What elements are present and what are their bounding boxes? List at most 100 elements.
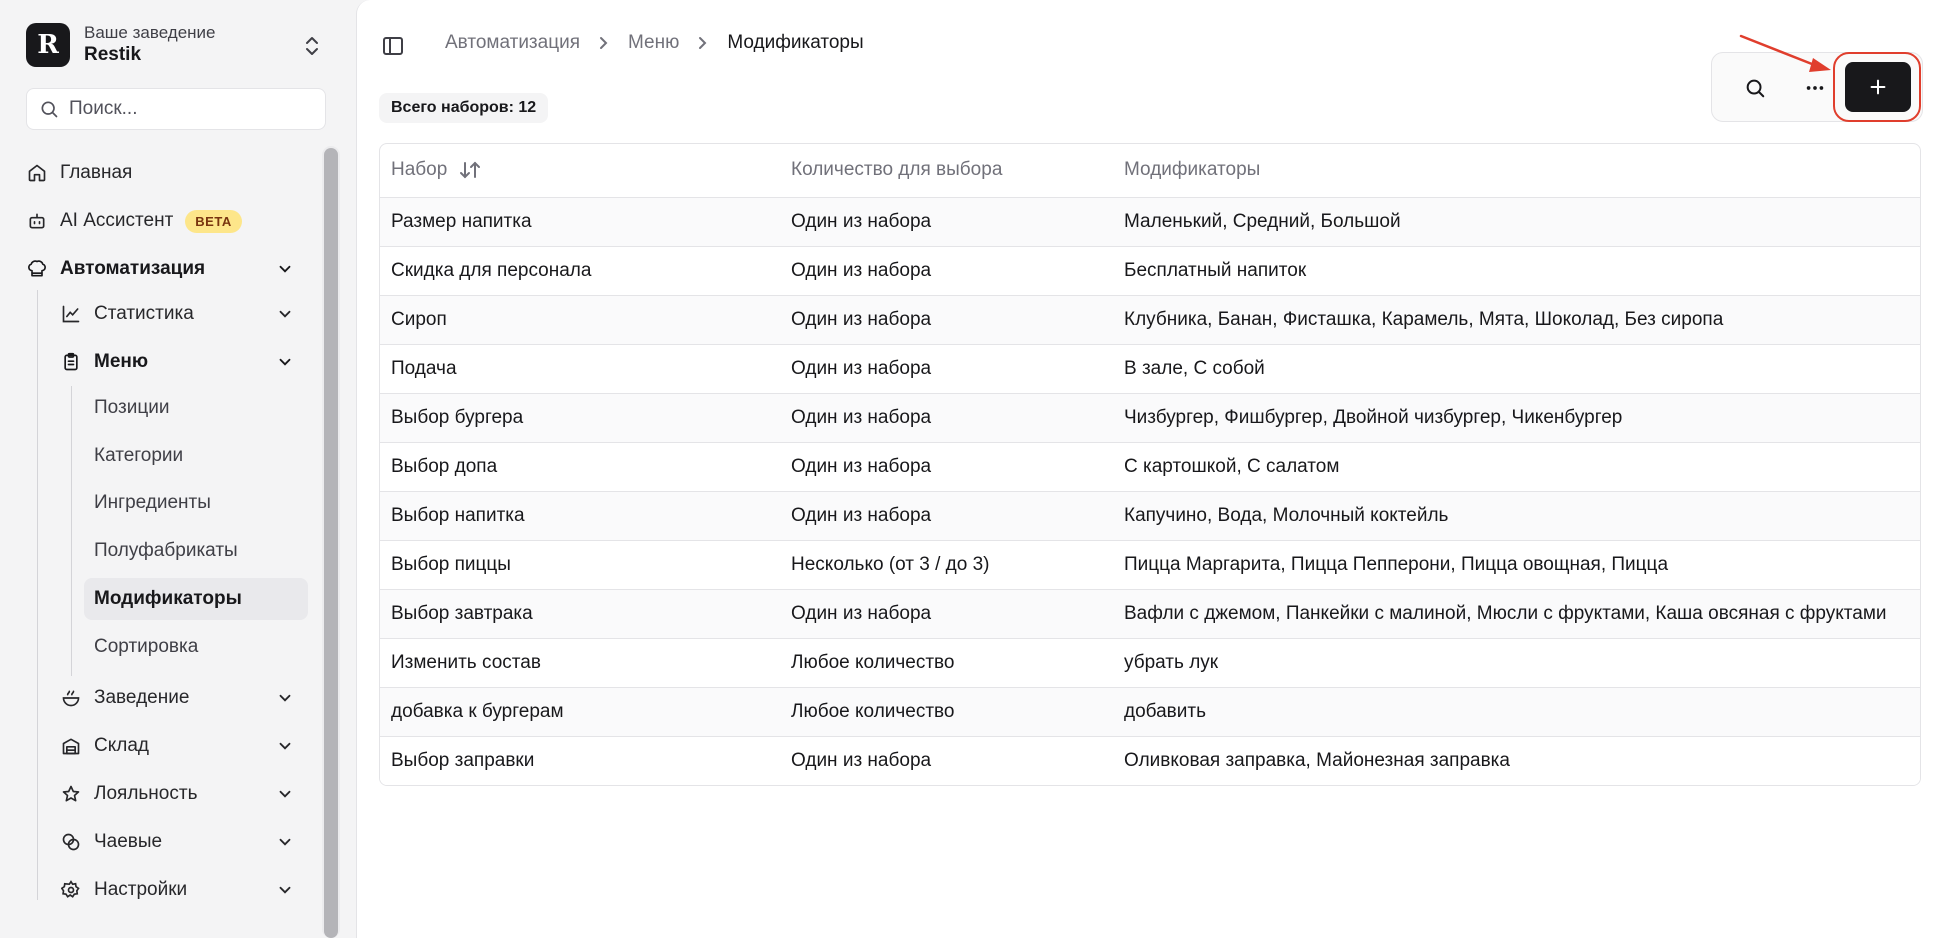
search-icon <box>41 101 58 118</box>
cell-modifiers: Оливковая заправка, Майонезная заправка <box>1124 749 1510 771</box>
table-row[interactable]: добавка к бургерам Любое количество добави… <box>380 687 1920 737</box>
cell-set-name: Выбор бургера <box>380 393 780 443</box>
sidebar-item-warehouse[interactable]: Склад <box>60 726 300 766</box>
brand-subtitle: Ваше заведение <box>84 23 216 43</box>
chevron-down-icon <box>279 742 291 750</box>
sidebar-item-tips[interactable]: Чаевые <box>60 822 300 862</box>
sidebar-search[interactable] <box>26 88 326 130</box>
cell-set-name: Изменить состав <box>380 638 780 688</box>
chevron-down-icon <box>279 265 291 273</box>
chevron-down-icon <box>279 838 291 846</box>
cell-modifiers: добавить <box>1113 687 1920 737</box>
beta-badge: BETA <box>185 209 242 233</box>
table-row[interactable]: Выбор напитка Один из набора Капучино, Вод… <box>380 491 1920 541</box>
cell-modifiers: Бесплатный напиток <box>1113 246 1920 296</box>
table-row[interactable]: Выбор допа Один из набора С картошкой, С с… <box>380 442 1920 492</box>
breadcrumb-automation[interactable]: Автоматизация <box>445 32 580 54</box>
table-row[interactable]: Скидка для персонала Один из набора Беспла… <box>380 246 1920 296</box>
tree-line <box>37 290 38 900</box>
chevron-down-icon <box>279 694 291 702</box>
modifiers-table: Набор Количество для выбора Модификаторы… <box>379 143 1921 786</box>
cell-modifiers: Пицца Маргарита, Пицца Пепперони, Пицца … <box>1113 540 1920 590</box>
cell-set-name: Сироп <box>380 295 780 345</box>
table-row[interactable]: Выбор заправки Один из набора Оливковая за… <box>380 736 1920 785</box>
sidebar-item-menu[interactable]: Меню <box>60 342 300 382</box>
breadcrumb-menu[interactable]: Меню <box>628 32 679 54</box>
tree-line <box>71 386 72 676</box>
sidebar-item-label: Автоматизация <box>60 258 206 279</box>
sidebar-item-label: Чаевые <box>94 831 163 852</box>
table-row[interactable]: Выбор завтрака Один из набора Вафли с джем… <box>380 589 1920 639</box>
venue-switcher[interactable]: R Ваше заведение Restik <box>26 22 326 68</box>
cell-quantity: Один из набора <box>780 344 1113 394</box>
chevrons-up-down-icon <box>306 37 318 55</box>
chart-line-icon <box>60 303 82 325</box>
cell-modifiers: Вафли с джемом, Панкейки с малиной, Мюсл… <box>1113 589 1920 639</box>
sidebar-item-statistics[interactable]: Статистика <box>60 294 300 334</box>
sidebar-item-semi-finished[interactable]: Полуфабрикаты <box>84 530 308 572</box>
brand-text: Ваше заведение Restik <box>84 23 216 66</box>
sidebar: R Ваше заведение Restik Главная AI Ассис… <box>0 0 356 938</box>
table-row[interactable]: Выбор бургера Один из набора Чизбургер, Фи… <box>380 393 1920 443</box>
search-input[interactable] <box>69 98 309 120</box>
sidebar-item-automation[interactable]: Автоматизация <box>26 249 300 289</box>
cell-quantity: Несколько (от 3 / до 3) <box>780 540 1113 590</box>
cell-modifiers: Клубника, Банан, Фисташка, Карамель, Мят… <box>1113 295 1920 345</box>
sidebar-item-label: Заведение <box>94 687 190 708</box>
sidebar-item-label: Статистика <box>94 303 194 324</box>
sort-arrows-icon[interactable] <box>459 160 481 180</box>
sidebar-item-modifiers[interactable]: Модификаторы <box>84 578 308 620</box>
sidebar-item-ai-assistant[interactable]: AI Ассистент BETA <box>26 201 316 241</box>
cell-set-name: Выбор напитка <box>380 491 780 541</box>
chef-hat-icon <box>26 258 48 280</box>
cell-set-name: Выбор пиццы <box>380 540 780 590</box>
cell-set-name: Скидка для персонала <box>380 246 780 296</box>
chevron-right-icon <box>697 36 709 50</box>
column-header-modifiers: Модификаторы <box>1113 144 1920 198</box>
sidebar-item-settings[interactable]: Настройки <box>60 870 300 910</box>
brand-name: Restik <box>84 43 142 65</box>
cell-modifiers: Чизбургер, Фишбургер, Двойной чизбургер,… <box>1113 393 1920 443</box>
sidebar-item-ingredients[interactable]: Ингредиенты <box>84 482 308 524</box>
chevron-down-icon <box>279 886 291 894</box>
cell-quantity: Один из набора <box>780 246 1113 296</box>
table-row[interactable]: Подача Один из набора В зале, С собой <box>380 344 1920 394</box>
cell-modifiers: Капучино, Вода, Молочный коктейль <box>1113 491 1920 541</box>
column-header-set[interactable]: Набор <box>380 144 780 198</box>
table-row[interactable]: Размер напитка Один из набора Маленький, С… <box>380 197 1920 247</box>
cell-quantity: Один из набора <box>780 393 1113 443</box>
sidebar-item-label: AI Ассистент <box>60 210 174 231</box>
chevron-down-icon <box>279 358 291 366</box>
warehouse-icon <box>60 735 82 757</box>
sidebar-item-label: Меню <box>94 351 149 372</box>
sidebar-item-loyalty[interactable]: Лояльность <box>60 774 300 814</box>
breadcrumb-current: Модификаторы <box>727 32 864 53</box>
table-row[interactable]: Сироп Один из набора Клубника, Банан, Фист… <box>380 295 1920 345</box>
table-row[interactable]: Выбор пиццы Несколько (от 3 / до 3) Пицца … <box>380 540 1920 590</box>
total-sets-badge: Всего наборов: 12 <box>379 93 549 123</box>
sidebar-toggle-icon[interactable] <box>381 34 405 58</box>
clipboard-icon <box>60 351 82 373</box>
sidebar-item-positions[interactable]: Позиции <box>84 387 308 429</box>
sidebar-item-categories[interactable]: Категории <box>84 435 308 477</box>
sidebar-scrollbar-thumb[interactable] <box>324 148 338 938</box>
cell-quantity: Один из набора <box>780 589 1113 639</box>
cell-modifiers: В зале, С собой <box>1113 344 1920 394</box>
table-header-row: Набор Количество для выбора Модификаторы <box>380 144 1920 198</box>
chevron-right-icon <box>598 36 610 50</box>
table-row[interactable]: Изменить состав Любое количество убрать лу… <box>380 638 1920 688</box>
sidebar-item-home[interactable]: Главная <box>26 153 316 193</box>
cell-set-name: Подача <box>380 344 780 394</box>
cell-quantity: Один из набора <box>780 197 1113 247</box>
search-icon <box>1746 79 1765 98</box>
bowl-icon <box>60 687 82 709</box>
sidebar-item-venue[interactable]: Заведение <box>60 678 300 718</box>
home-icon <box>26 162 48 184</box>
cell-modifiers: С картошкой, С салатом <box>1113 442 1920 492</box>
gear-icon <box>60 879 82 901</box>
sidebar-item-sorting[interactable]: Сортировка <box>84 626 308 668</box>
cell-modifiers: убрать лук <box>1113 638 1920 688</box>
brand-logo: R <box>26 23 70 67</box>
sidebar-item-label: Настройки <box>94 879 188 900</box>
cell-modifiers: Маленький, Средний, Большой <box>1113 197 1920 247</box>
